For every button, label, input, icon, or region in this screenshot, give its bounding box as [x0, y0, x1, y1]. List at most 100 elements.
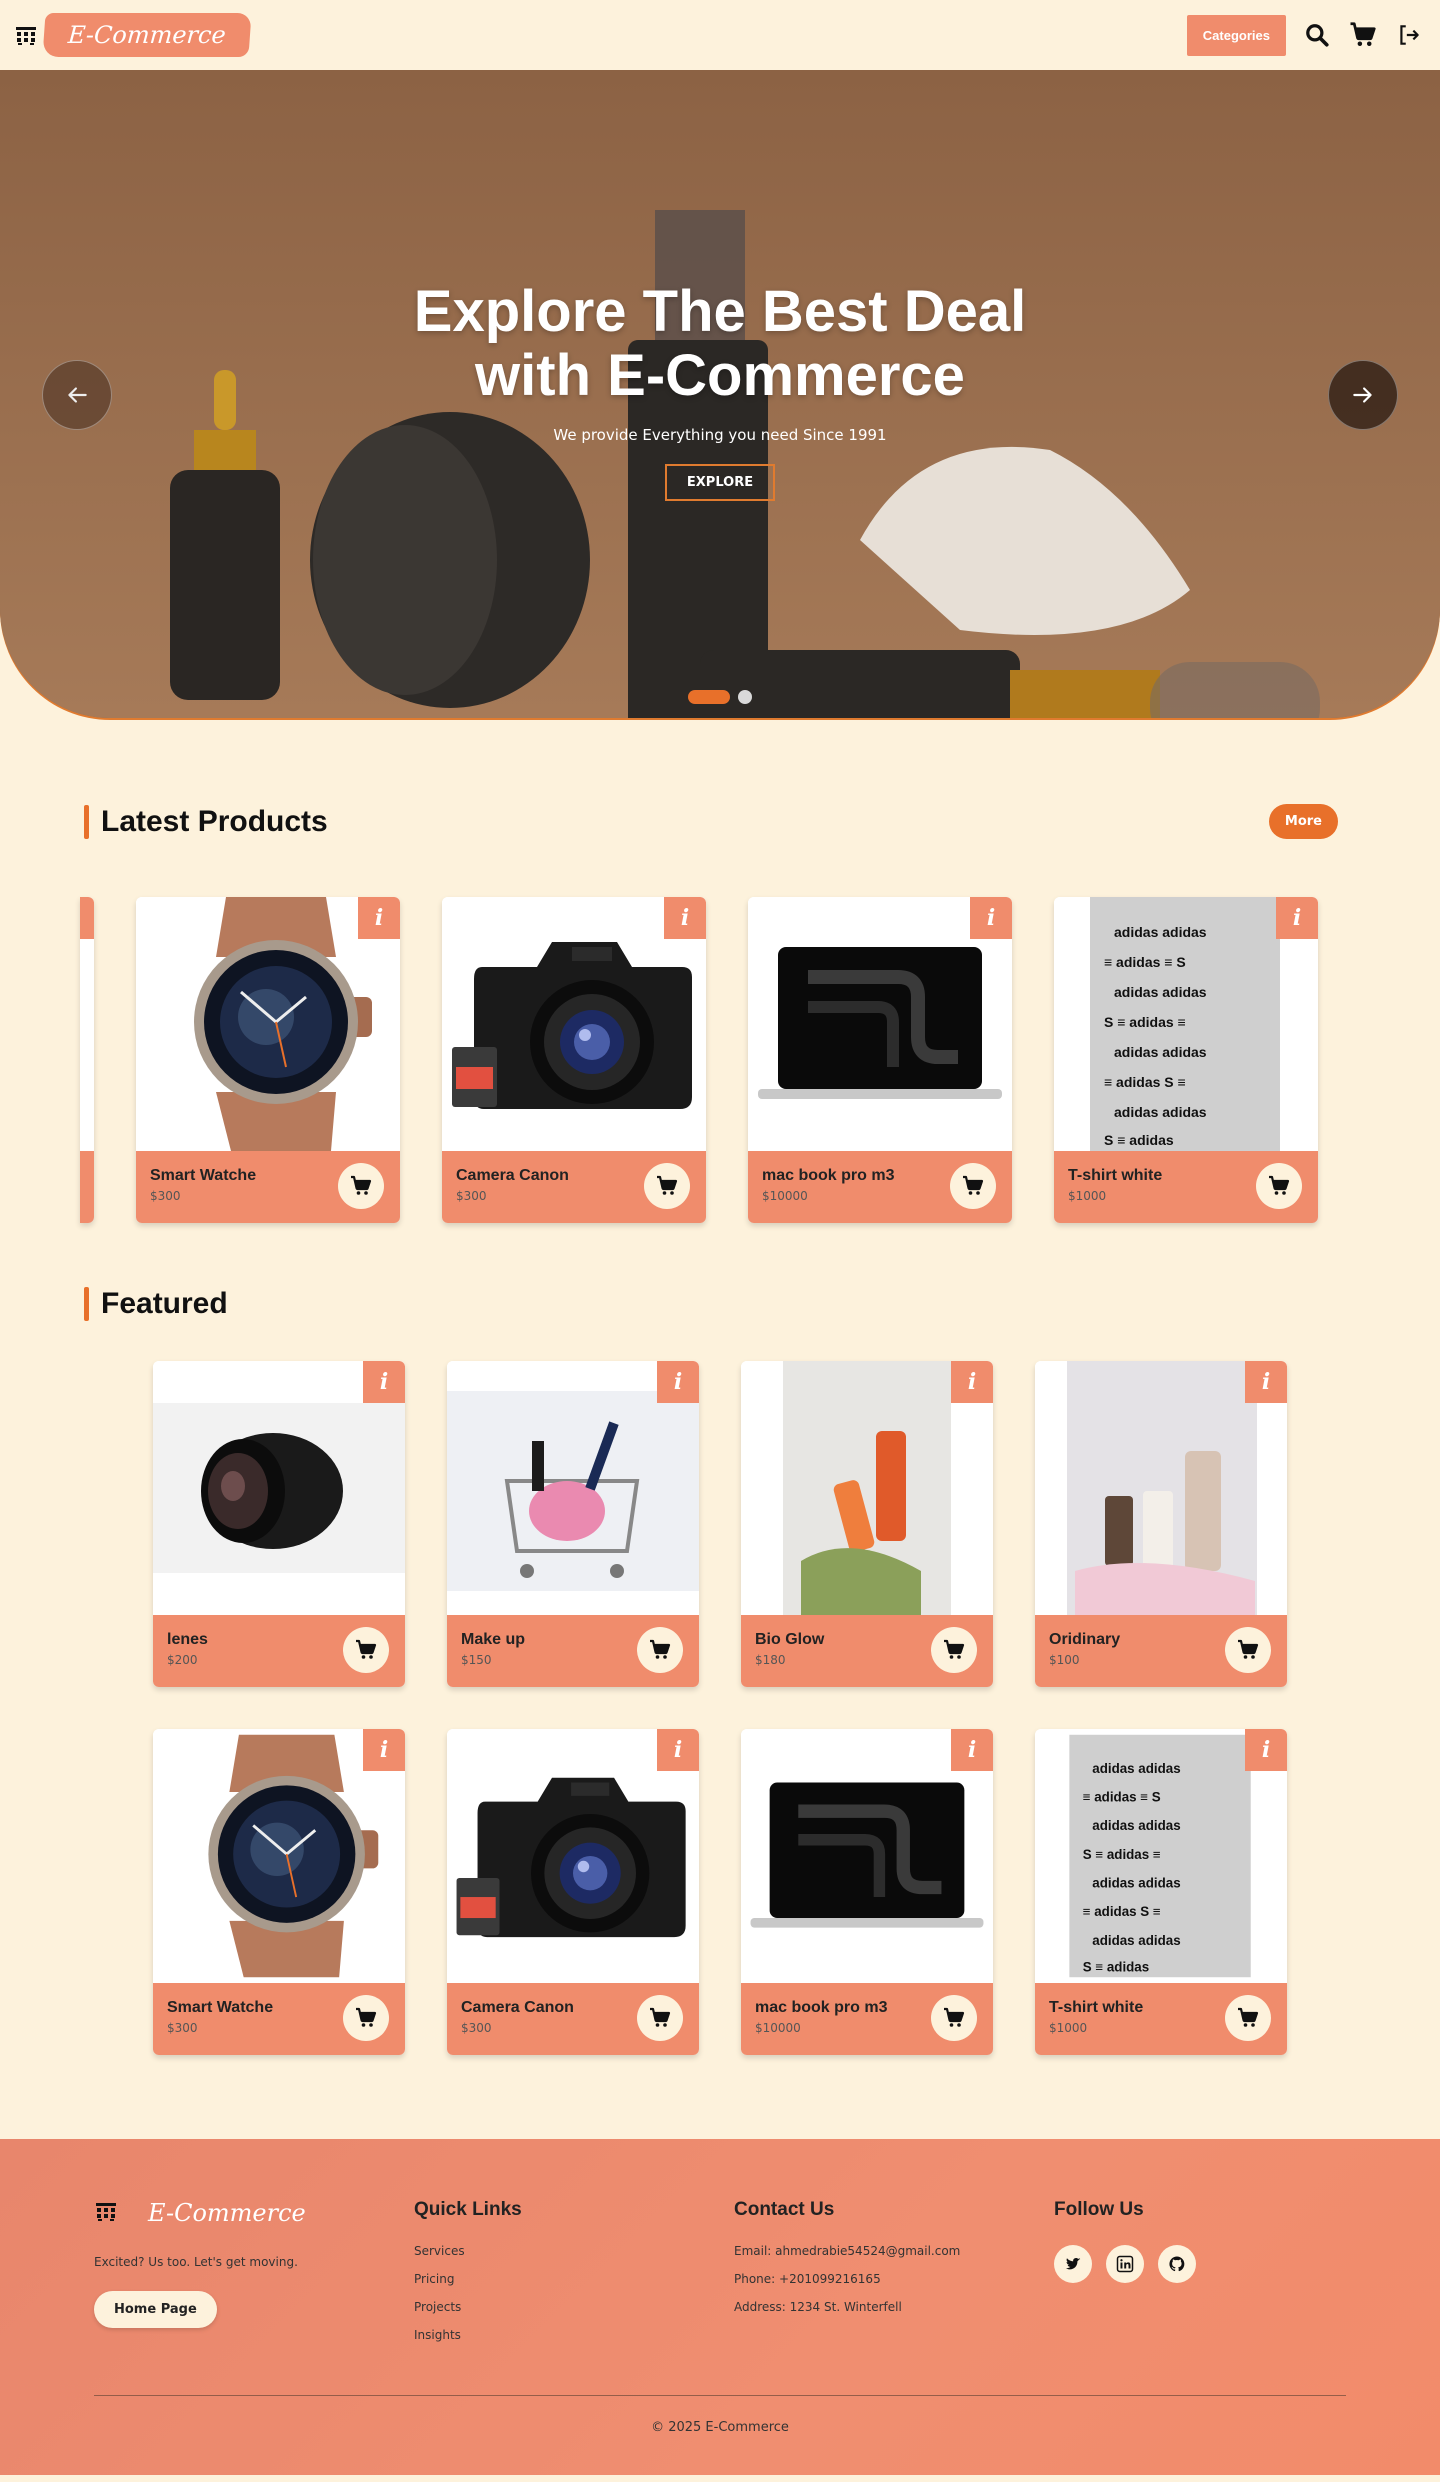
latest-products-title: Latest Products [101, 804, 328, 838]
add-to-cart-button[interactable] [1225, 1995, 1271, 2041]
linkedin-icon[interactable] [1106, 2245, 1144, 2283]
quick-link-services[interactable]: Services [414, 2237, 734, 2265]
add-to-cart-button[interactable] [931, 1627, 977, 1673]
add-to-cart-button[interactable] [343, 1995, 389, 2041]
product-card[interactable]: i T-shirt white $1000 [1035, 1729, 1287, 2055]
add-to-cart-button[interactable] [644, 1163, 690, 1209]
more-button[interactable]: More [1268, 804, 1338, 839]
menu-grid-icon [94, 2199, 118, 2227]
quick-links-column: Quick Links Services Pricing Projects In… [414, 2199, 734, 2349]
quick-link-pricing[interactable]: Pricing [414, 2265, 734, 2293]
featured-grid: i lenes $200 i Make up $150 i Bio Glow $180 i Orid… [153, 1361, 1440, 2055]
info-icon[interactable]: i [1245, 1361, 1287, 1403]
hero-carousel: Explore The Best Deal with E-Commerce We… [0, 70, 1440, 718]
product-card[interactable]: i Make up $150 [447, 1361, 699, 1687]
footer-brand-name: E-Commerce [148, 2199, 306, 2227]
cart-icon [942, 1638, 966, 1662]
cart-icon [1236, 2006, 1260, 2030]
featured-section: Featured i lenes $200 i Make up $150 i Bio Glow… [0, 1287, 1440, 2055]
brand-logo[interactable]: E-Commerce [42, 13, 252, 57]
logout-icon[interactable] [1394, 20, 1424, 50]
search-icon[interactable] [1302, 20, 1332, 50]
product-card-footer: Make up $150 [447, 1615, 699, 1687]
social-links [1054, 2245, 1354, 2283]
nav-actions: Categories [1186, 14, 1424, 56]
info-icon[interactable]: i [1245, 1729, 1287, 1771]
product-card[interactable]: i Oridinary $100 [1035, 1361, 1287, 1687]
quick-link-insights[interactable]: Insights [414, 2321, 734, 2349]
brand[interactable]: E-Commerce [14, 13, 252, 57]
product-card[interactable]: i Bio Glow $180 [741, 1361, 993, 1687]
add-to-cart-button[interactable] [343, 1627, 389, 1673]
contact-phone[interactable]: Phone: +201099216165 [734, 2265, 1054, 2293]
product-card[interactable]: i T-shirt white $1000 [1054, 897, 1318, 1223]
contact-title: Contact Us [734, 2199, 835, 2220]
cart-icon [648, 1638, 672, 1662]
menu-grid-icon[interactable] [14, 23, 38, 47]
cart-icon [354, 2006, 378, 2030]
github-icon[interactable] [1158, 2245, 1196, 2283]
add-to-cart-button[interactable] [1225, 1627, 1271, 1673]
add-to-cart-button[interactable] [637, 1627, 683, 1673]
product-card[interactable]: i lenes $200 [153, 1361, 405, 1687]
add-to-cart-button[interactable] [931, 1995, 977, 2041]
info-icon[interactable]: i [951, 1361, 993, 1403]
product-card-footer: T-shirt white $1000 [1035, 1983, 1287, 2055]
footer-brand[interactable]: E-Commerce [94, 2199, 414, 2227]
info-icon[interactable]: i [363, 1729, 405, 1771]
product-card[interactable]: i Camera Canon $300 [447, 1729, 699, 2055]
product-card-footer: mac book pro m3 $10000 [741, 1983, 993, 2055]
add-to-cart-button[interactable] [338, 1163, 384, 1209]
carousel-dot-2[interactable] [738, 690, 752, 704]
contact-address: Address: 1234 St. Winterfell [734, 2300, 902, 2314]
section-title: Latest Products [84, 804, 328, 839]
add-to-cart-button[interactable] [950, 1163, 996, 1209]
info-icon[interactable]: i [970, 897, 1012, 939]
footer-divider [94, 2395, 1346, 2396]
cart-icon[interactable] [1348, 20, 1378, 50]
info-icon[interactable]: i [657, 1729, 699, 1771]
latest-products-header: Latest Products More [0, 804, 1440, 839]
hero-content: Explore The Best Deal with E-Commerce We… [0, 280, 1440, 501]
footer-tagline: Excited? Us too. Let's get moving. [94, 2255, 298, 2269]
carousel-indicators [0, 690, 1440, 704]
quick-links-title: Quick Links [414, 2199, 522, 2220]
product-card[interactable]: i mac book pro m3 $10000 [748, 897, 1012, 1223]
categories-button[interactable]: Categories [1186, 14, 1286, 56]
cart-icon [349, 1174, 373, 1198]
explore-button[interactable]: EXPLORE [664, 464, 776, 501]
info-icon[interactable]: i [1276, 897, 1318, 939]
copyright: © 2025 E-Commerce [651, 2420, 789, 2435]
info-icon[interactable]: i [951, 1729, 993, 1771]
cart-icon [354, 1638, 378, 1662]
hero-title: Explore The Best Deal with E-Commerce [413, 279, 1027, 408]
product-card[interactable]: i Smart Watche $300 [153, 1729, 405, 2055]
home-page-button[interactable]: Home Page [94, 2291, 217, 2328]
contact-email[interactable]: Email: ahmedrabie54524@gmail.com [734, 2237, 1054, 2265]
product-card[interactable]: i mac book pro m3 $10000 [741, 1729, 993, 2055]
cart-icon [942, 2006, 966, 2030]
cart-icon [655, 1174, 679, 1198]
info-icon[interactable]: i [363, 1361, 405, 1403]
latest-products-section: Latest Products More i Smart Watche $300 i C… [0, 804, 1440, 1227]
quick-link-projects[interactable]: Projects [414, 2293, 734, 2321]
navbar: E-Commerce Categories [0, 0, 1440, 70]
add-to-cart-button[interactable] [1256, 1163, 1302, 1209]
product-card[interactable]: i Smart Watche $300 [136, 897, 400, 1223]
follow-title: Follow Us [1054, 2199, 1144, 2220]
add-to-cart-button[interactable] [637, 1995, 683, 2041]
quick-links-list: Services Pricing Projects Insights [414, 2237, 734, 2349]
info-icon[interactable]: i [358, 897, 400, 939]
product-card-footer: T-shirt white $1000 [1054, 1151, 1318, 1223]
site-footer: E-Commerce Excited? Us too. Let's get mo… [0, 2139, 1440, 2475]
product-card-footer: Oridinary $100 [1035, 1615, 1287, 1687]
product-card-partial[interactable] [80, 897, 94, 1223]
product-card-footer: Smart Watche $300 [136, 1151, 400, 1223]
info-icon[interactable]: i [657, 1361, 699, 1403]
featured-title: Featured [101, 1287, 228, 1320]
carousel-dot-1[interactable] [688, 690, 730, 704]
product-card[interactable]: i Camera Canon $300 [442, 897, 706, 1223]
info-icon[interactable]: i [664, 897, 706, 939]
twitter-icon[interactable] [1054, 2245, 1092, 2283]
section-title: Featured [84, 1287, 228, 1321]
